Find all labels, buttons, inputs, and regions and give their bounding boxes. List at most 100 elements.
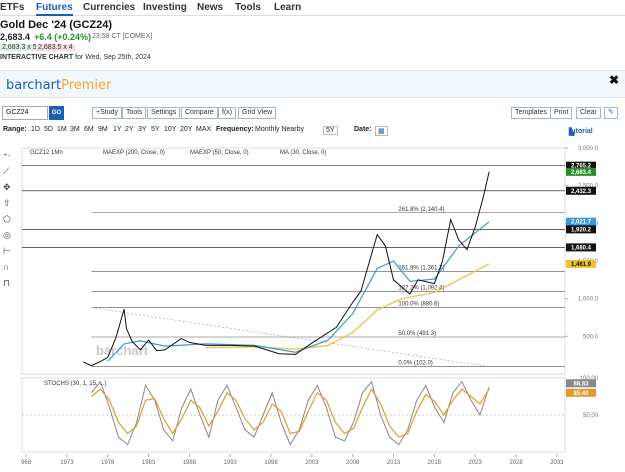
chart-label: INTERACTIVE CHART (0, 54, 74, 61)
compare-button[interactable]: Compare (181, 107, 218, 119)
tools-button[interactable]: Tools (122, 107, 147, 119)
x-tick-label: 2003 (305, 460, 319, 466)
quote-ask: 2,683.5 x 4 (36, 44, 75, 51)
fib-label: 50.0% (491.3) (398, 331, 436, 337)
chart-toolbar: GCZ24 GO +Study Tools Settings Compare f… (0, 106, 625, 122)
ma-gold-line (205, 263, 490, 350)
stoch-tag-label: 88.83 (573, 381, 589, 387)
plot-frame (21, 147, 566, 375)
x-tick-label: 2013 (387, 460, 401, 466)
x-tick-label: 1973 (60, 460, 74, 466)
price-tag-label: 1,680.4 (571, 245, 592, 251)
range-9m[interactable]: 9M (98, 126, 108, 133)
symbol-input[interactable]: GCZ24 (2, 106, 48, 120)
x-tick-label: 1978 (101, 460, 115, 466)
nav-tools[interactable]: Tools (235, 2, 261, 13)
study-button[interactable]: +Study (92, 107, 122, 119)
fx-button[interactable]: f(x) (218, 107, 237, 119)
period-select[interactable]: 5Y (323, 126, 338, 135)
legend-ma30: MA (30, Close, 0) (280, 150, 326, 156)
nav-learn[interactable]: Learn (274, 2, 301, 13)
y-tick-label: 500.0 (583, 334, 599, 340)
range-3y[interactable]: 3Y (138, 126, 147, 133)
quote-bid: 2,683.3 x 5 (0, 44, 39, 51)
fib-label: 0.0% (102.0) (398, 360, 432, 366)
range-20y[interactable]: 20Y (180, 126, 192, 133)
x-tick-label: 1988 (183, 460, 197, 466)
legend-ma200: MAEXP (200, Close, 0) (103, 150, 165, 156)
quote-title: Gold Dec '24 (GCZ24) (0, 19, 113, 31)
edit-icon[interactable]: ✎ (604, 107, 618, 119)
range-1m[interactable]: 1M (57, 126, 67, 133)
range-max[interactable]: MAX (196, 126, 211, 133)
range-1d[interactable]: 1D (31, 126, 40, 133)
frequency-select[interactable]: Monthly Nearby (255, 126, 304, 133)
range-5y[interactable]: 5Y (151, 126, 160, 133)
frequency-label: Frequency: (216, 126, 254, 133)
stoch-y-tick-label: 50.00 (583, 413, 599, 419)
legend: GCZ12 1Mn MAEXP (200, Close, 0) MAEXP (5… (30, 150, 326, 387)
price-tag-label: 1,920.2 (571, 227, 592, 233)
stoch-tag-label: 85.40 (573, 391, 589, 397)
range-bar: Range: 1D 5D 1M 3M 6M 9M 1Y 2Y 3Y 5Y 10Y… (0, 124, 625, 137)
range-label: Range: (3, 126, 27, 133)
range-3m[interactable]: 3M (70, 126, 80, 133)
x-tick-label: 2018 (428, 460, 442, 466)
print-button[interactable]: Print (550, 107, 573, 119)
x-tick-label: 968 (21, 460, 32, 466)
legend-ma50: MAEXP (50, Close, 0) (190, 150, 249, 156)
y-tick-label: 1,000.0 (578, 297, 599, 303)
nav-news[interactable]: News (197, 2, 223, 13)
logo-premier: Premier (61, 78, 112, 93)
premier-banner: barchartPremier ✖ (0, 70, 625, 98)
x-tick-label: 2023 (469, 460, 483, 466)
chart-date: for Wed, Sep 25th, 2024 (75, 54, 151, 61)
date-label: Date: (354, 126, 372, 133)
range-2y[interactable]: 2Y (125, 126, 134, 133)
range-1y[interactable]: 1Y (113, 126, 122, 133)
tutorial-label: tutorial (569, 128, 593, 135)
settings-button[interactable]: Settings (147, 107, 181, 119)
price-tag-label: 1,461.9 (571, 262, 592, 268)
x-tick-label: 2008 (346, 460, 360, 466)
price-tag-label: 2,683.4 (571, 170, 592, 176)
grid-view-button[interactable]: Grid View (238, 107, 277, 119)
x-tick-label: 2028 (509, 460, 523, 466)
stoch-k-line (91, 380, 490, 446)
close-banner-button[interactable]: ✖ (609, 73, 619, 87)
fib-label: 100.0% (880.6) (398, 302, 439, 308)
nav-futures[interactable]: Futures (36, 2, 73, 16)
top-nav: ETFs Futures Currencies Investing News T… (0, 0, 625, 16)
range-5d[interactable]: 5D (44, 126, 53, 133)
legend-main: GCZ12 1Mn (30, 150, 63, 156)
go-button[interactable]: GO (49, 106, 64, 120)
fib-label: 161.8% (1,361.7) (398, 265, 444, 271)
price-tag-label: 2,021.7 (571, 220, 592, 226)
fib-label: 261.8% (2,140.4) (398, 207, 444, 213)
stoch-d-line (91, 387, 490, 438)
barchart-premier-logo[interactable]: barchartPremier (6, 78, 111, 93)
range-10y[interactable]: 10Y (164, 126, 176, 133)
clear-button[interactable]: Clear (576, 107, 601, 119)
logo-main: barchart (6, 78, 62, 93)
x-tick-label: 1998 (264, 460, 278, 466)
quote-price: 2,683.4 (0, 32, 31, 42)
calendar-icon[interactable]: ▦ (375, 126, 388, 136)
legend-stoch: STOCHS (30, 1, 15, ...) (44, 381, 106, 387)
chart-date-line: INTERACTIVE CHART for Wed, Sep 25th, 202… (0, 54, 151, 61)
chart-area[interactable]: barchart 3,000.02,500.02,000.01,500.01,0… (0, 144, 625, 467)
quote-header: Gold Dec '24 (GCZ24) 2,683.4 +6.4 (+0.24… (0, 17, 625, 65)
price-tag-label: 2,432.3 (571, 189, 592, 195)
range-6m[interactable]: 6M (84, 126, 94, 133)
x-tick-label: 1993 (224, 460, 238, 466)
quote-time: 23:58 CT [COMEX] (92, 33, 153, 40)
templates-button[interactable]: Templates (511, 107, 551, 119)
nav-currencies[interactable]: Currencies (83, 2, 135, 13)
x-tick-label: 2033 (550, 460, 564, 466)
price-chart[interactable]: barchart 3,000.02,500.02,000.01,500.01,0… (0, 144, 625, 467)
nav-investing[interactable]: Investing (143, 2, 187, 13)
x-tick-label: 1983 (142, 460, 156, 466)
y-tick-label: 3,000.0 (578, 146, 599, 152)
quote-change: +6.4 (+0.24%) (34, 32, 92, 42)
nav-etfs[interactable]: ETFs (0, 2, 24, 13)
